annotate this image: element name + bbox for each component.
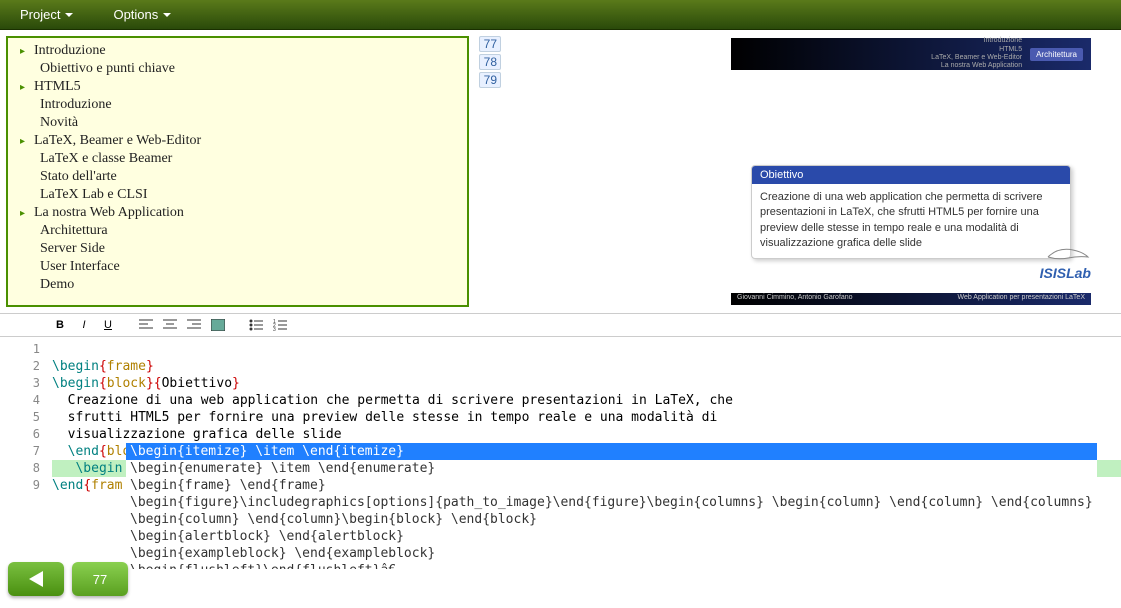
- autocomplete-item[interactable]: \begin{flushleft}\end{flushleft}â€: [126, 562, 1097, 569]
- tree-item[interactable]: Stato dell'arte: [12, 168, 463, 186]
- tree-item[interactable]: HTML5: [12, 78, 463, 96]
- page-number-button[interactable]: 77: [72, 562, 128, 596]
- back-button[interactable]: [8, 562, 64, 596]
- tree-item[interactable]: Server Side: [12, 240, 463, 258]
- slide-marker[interactable]: 78: [479, 54, 501, 70]
- tree-item[interactable]: Obiettivo e punti chiave: [12, 60, 463, 78]
- svg-text:3: 3: [273, 327, 276, 331]
- arrow-left-icon: [29, 571, 43, 587]
- autocomplete-item[interactable]: \begin{enumerate} \item \end{enumerate}: [126, 460, 1097, 477]
- slide-footer: Giovanni Cimmino, Antonio Garofano Web A…: [731, 293, 1091, 305]
- tree-item[interactable]: LaTeX Lab e CLSI: [12, 186, 463, 204]
- autocomplete-item[interactable]: \begin{frame} \end{frame}: [126, 477, 1097, 494]
- numbered-list-icon[interactable]: 123: [270, 316, 290, 334]
- code-editor[interactable]: 123456789 \begin{frame} \begin{block}{Ob…: [0, 337, 1121, 569]
- align-left-icon[interactable]: [136, 316, 156, 334]
- slide-section-tab: Architettura: [1030, 48, 1083, 61]
- logo-text: ISISLab: [1040, 265, 1091, 281]
- italic-button[interactable]: I: [74, 316, 94, 334]
- tree-item[interactable]: LaTeX, Beamer e Web-Editor: [12, 132, 463, 150]
- autocomplete-popup[interactable]: \begin{itemize} \item \end{itemize}\begi…: [126, 443, 1097, 569]
- logo: ISISLab: [1040, 242, 1091, 281]
- tree-item[interactable]: User Interface: [12, 258, 463, 276]
- editor-toolbar: B I U 123: [0, 313, 1121, 337]
- underline-button[interactable]: U: [98, 316, 118, 334]
- autocomplete-item[interactable]: \begin{exampleblock} \end{exampleblock}: [126, 545, 1097, 562]
- autocomplete-item[interactable]: \begin{figure}\includegraphics[options]{…: [126, 494, 1097, 511]
- slide-breadcrumb: Introduzione HTML5 LaTeX, Beamer e Web-E…: [931, 37, 1022, 71]
- line-number-gutter: 123456789: [0, 337, 48, 494]
- bold-button[interactable]: B: [50, 316, 70, 334]
- bird-icon: [1043, 242, 1091, 262]
- align-center-icon[interactable]: [160, 316, 180, 334]
- image-icon[interactable]: [208, 316, 228, 334]
- slide-header: Introduzione HTML5 LaTeX, Beamer e Web-E…: [731, 38, 1091, 70]
- autocomplete-item[interactable]: \begin{itemize} \item \end{itemize}: [126, 443, 1097, 460]
- bullet-list-icon[interactable]: [246, 316, 266, 334]
- tree-item[interactable]: Introduzione: [12, 42, 463, 60]
- slide-marker[interactable]: 79: [479, 72, 501, 88]
- tree-item[interactable]: Demo: [12, 276, 463, 294]
- menu-options[interactable]: Options: [113, 7, 171, 22]
- tree-item[interactable]: Introduzione: [12, 96, 463, 114]
- menu-project[interactable]: Project: [20, 7, 73, 22]
- autocomplete-item[interactable]: \begin{column} \end{column}\begin{block}…: [126, 511, 1097, 528]
- slide-number-column: 77 78 79: [475, 30, 505, 313]
- objective-body: Creazione di una web application che per…: [752, 184, 1070, 258]
- slide-preview: Introduzione HTML5 LaTeX, Beamer e Web-E…: [505, 30, 1121, 313]
- tree-item[interactable]: La nostra Web Application: [12, 204, 463, 222]
- bottom-controls: 77: [8, 562, 128, 596]
- outline-tree[interactable]: IntroduzioneObiettivo e punti chiaveHTML…: [6, 36, 469, 307]
- autocomplete-item[interactable]: \begin{alertblock} \end{alertblock}: [126, 528, 1097, 545]
- objective-block: Obiettivo Creazione di una web applicati…: [751, 165, 1071, 259]
- tree-item[interactable]: Architettura: [12, 222, 463, 240]
- align-right-icon[interactable]: [184, 316, 204, 334]
- objective-title: Obiettivo: [752, 166, 1070, 184]
- tree-item[interactable]: LaTeX e classe Beamer: [12, 150, 463, 168]
- top-menu-bar: Project Options: [0, 0, 1121, 30]
- slide-marker[interactable]: 77: [479, 36, 501, 52]
- tree-item[interactable]: Novità: [12, 114, 463, 132]
